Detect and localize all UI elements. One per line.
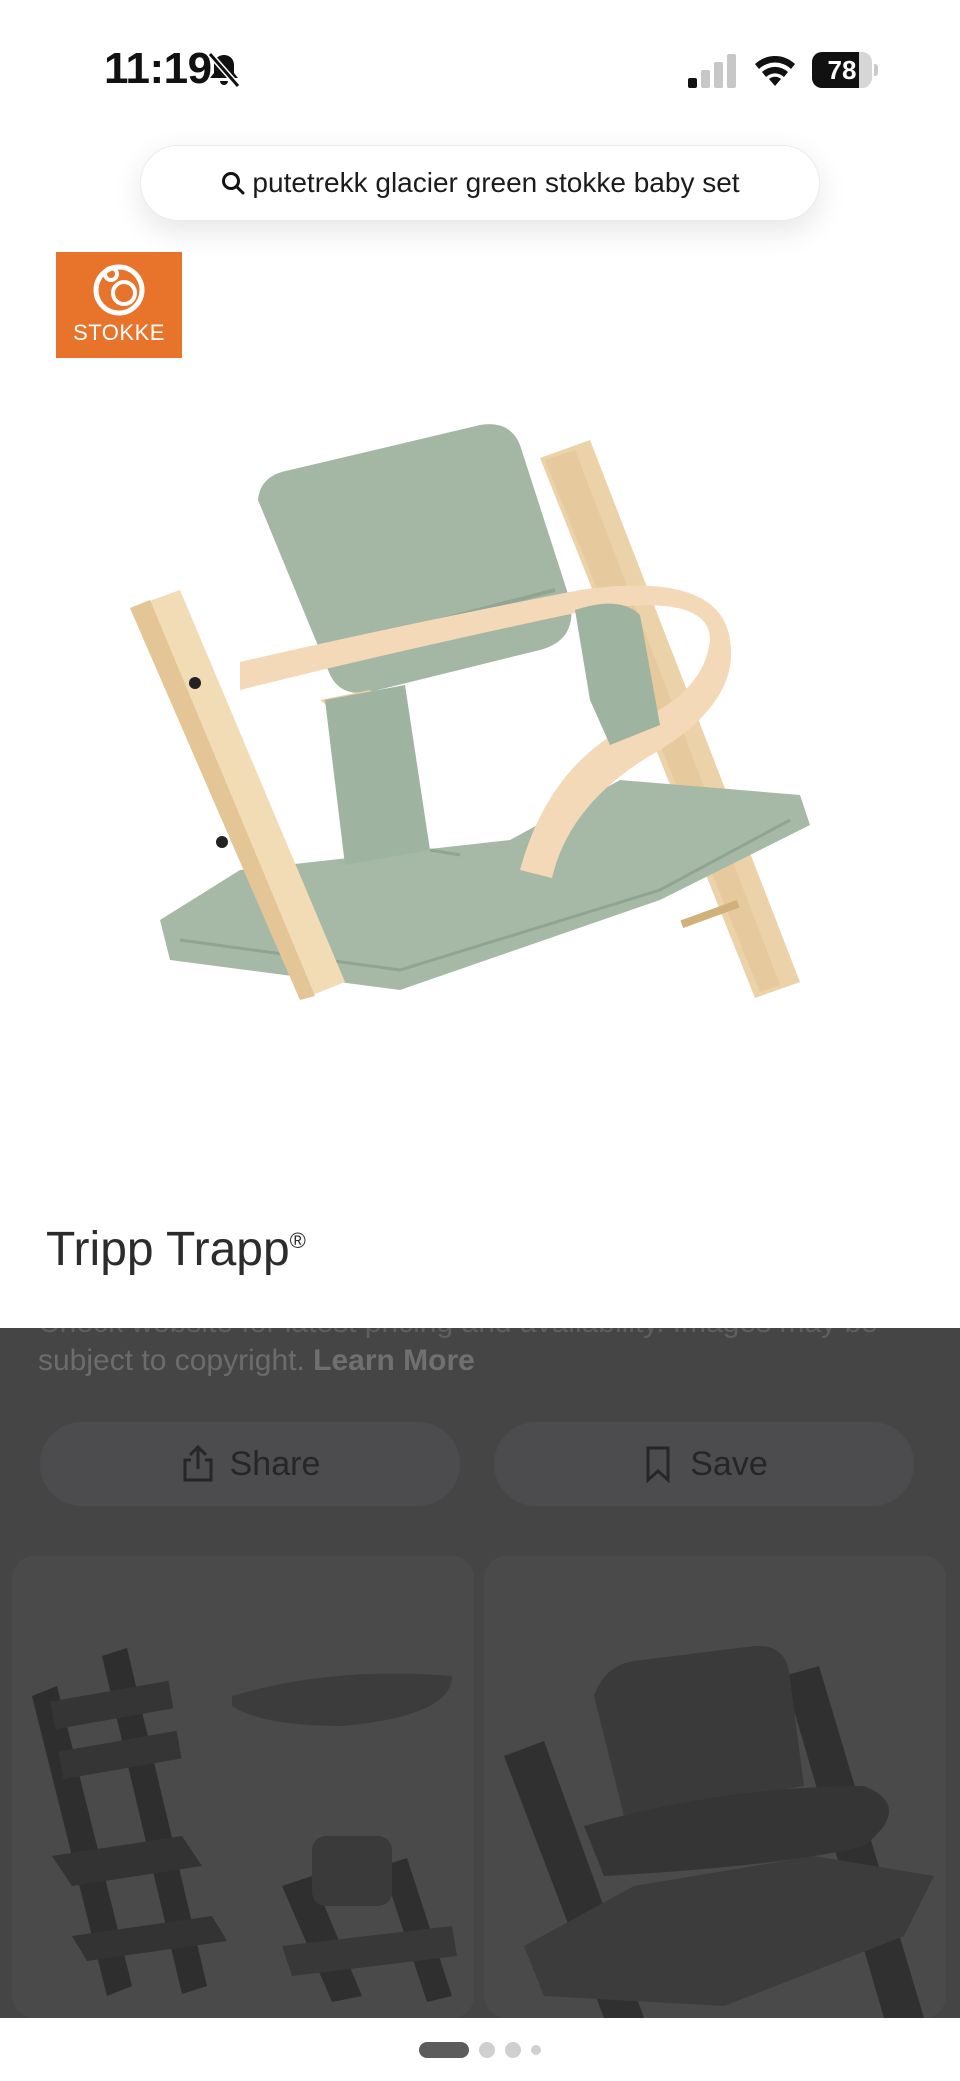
search-query: putetrekk glacier green stokke baby set: [252, 167, 740, 198]
share-label: Share: [229, 1444, 321, 1483]
screen: 11:19 78 putetrekk glacier green stokke …: [0, 0, 960, 2081]
details-sheet-dimmed: Check website for latest pricing and ava…: [0, 1328, 960, 2018]
related-thumbnail-cushion[interactable]: [484, 1556, 946, 2018]
page-indicator: [0, 2040, 960, 2060]
page-dot[interactable]: [479, 2042, 495, 2058]
bookmark-icon: [646, 1446, 670, 1483]
stokke-logo: STOKKE: [56, 252, 182, 358]
page-dot-active[interactable]: [419, 2042, 469, 2058]
page-dot[interactable]: [505, 2042, 521, 2058]
wifi-icon: [755, 56, 795, 86]
status-time: 11:19: [104, 44, 212, 93]
share-icon: [183, 1445, 213, 1482]
disclaimer: subject to copyright. Learn More: [38, 1344, 475, 1378]
signal-icon: [688, 54, 736, 88]
product-title: Tripp Trapp®: [46, 1222, 306, 1277]
bell-off-icon: [207, 52, 241, 88]
battery-level: 78: [827, 55, 857, 85]
brand-logo-text: STOKKE: [73, 320, 165, 345]
search-bar[interactable]: putetrekk glacier green stokke baby set: [140, 145, 820, 221]
save-label: Save: [690, 1444, 768, 1483]
share-button[interactable]: Share: [40, 1422, 460, 1506]
related-thumbnail-chair-set[interactable]: [12, 1556, 474, 2018]
page-dot[interactable]: [531, 2045, 541, 2055]
save-button[interactable]: Save: [494, 1422, 914, 1506]
battery-icon: 78: [812, 52, 878, 88]
disclaimer-text: subject to copyright.: [38, 1344, 305, 1377]
disclaimer-cut-line: Check website for latest pricing and ava…: [38, 1328, 878, 1340]
learn-more-link[interactable]: Learn More: [313, 1344, 475, 1377]
registered-mark: ®: [289, 1228, 306, 1253]
product-image[interactable]: [100, 400, 860, 1000]
product-title-text: Tripp Trapp: [46, 1223, 290, 1276]
search-icon: [222, 172, 245, 195]
